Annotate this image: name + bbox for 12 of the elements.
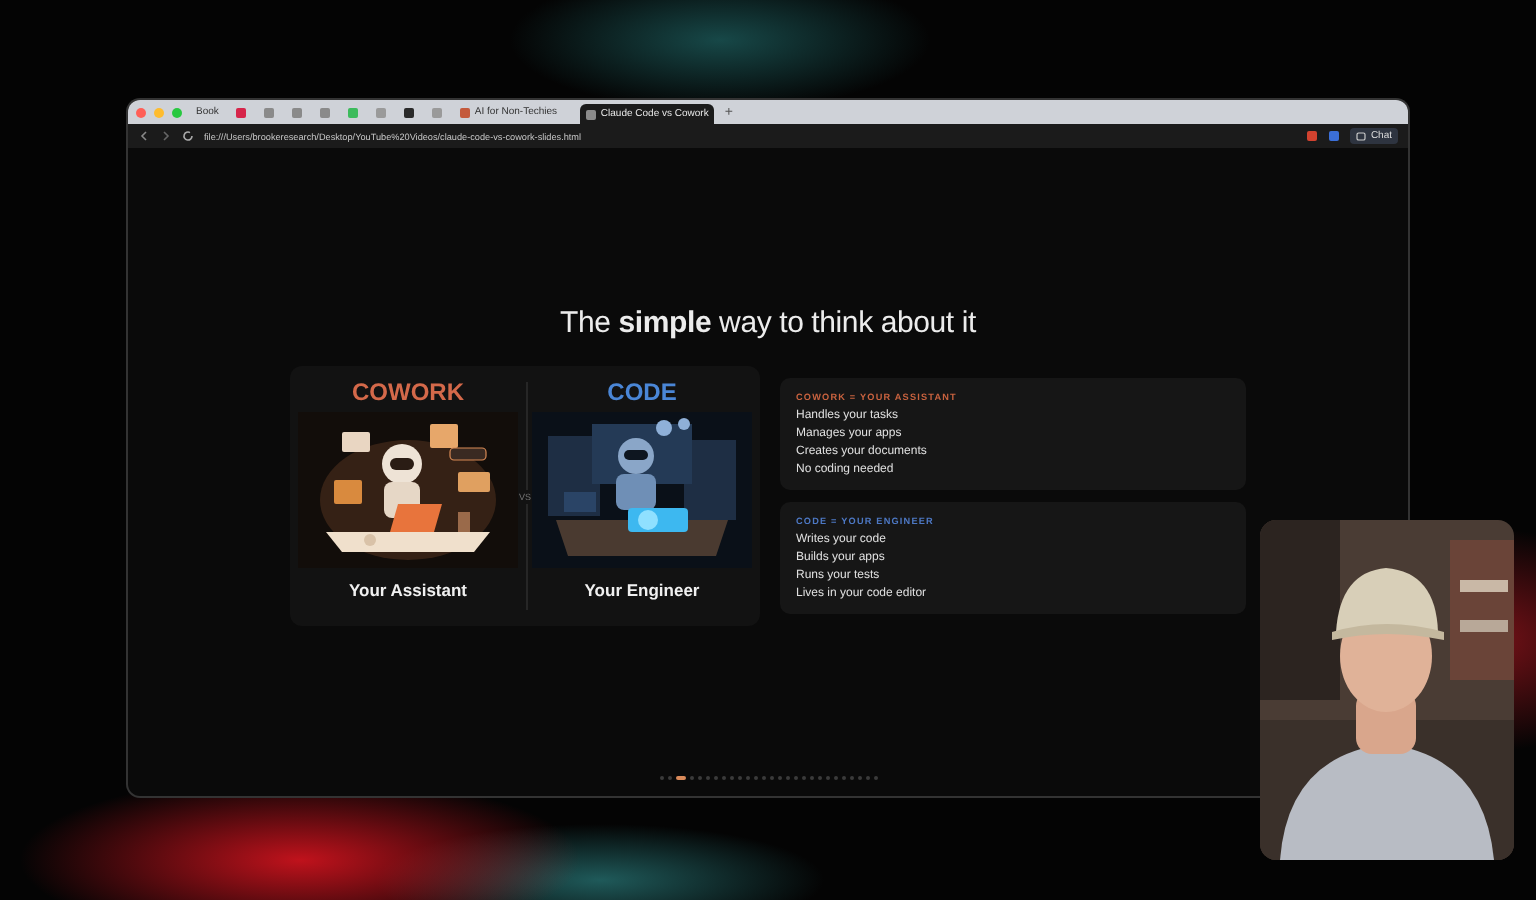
chat-icon [1356, 131, 1367, 141]
side-heading: CODE [607, 378, 677, 406]
close-button[interactable] [136, 107, 146, 117]
reload-icon[interactable] [182, 130, 194, 142]
side-caption: Your Assistant [348, 580, 468, 600]
minimize-button[interactable] [154, 107, 164, 117]
side-caption: Your Engineer [584, 580, 700, 600]
zoom-button[interactable] [172, 107, 182, 117]
slide-title: The simple way to think about it [560, 306, 976, 340]
side-heading: COWORK [352, 378, 464, 406]
back-icon[interactable] [138, 130, 150, 142]
forward-icon[interactable] [160, 130, 172, 142]
